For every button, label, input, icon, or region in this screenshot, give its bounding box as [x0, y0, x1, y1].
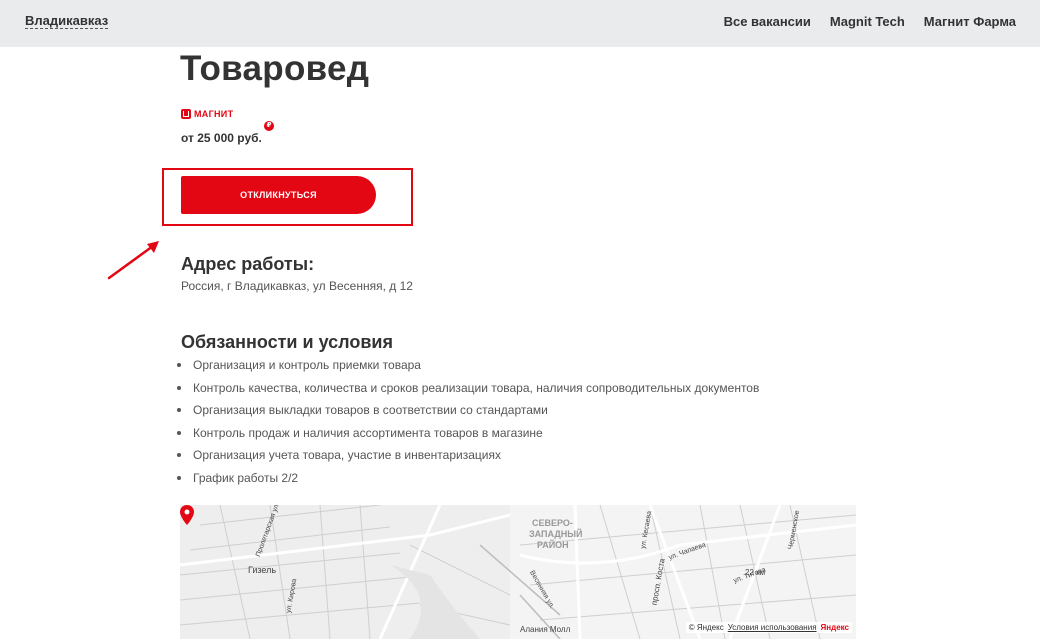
list-item: Организация учета товара, участие в инве…: [177, 444, 759, 467]
vacancy-title: Товаровед: [180, 49, 370, 88]
nav-magnit-tech[interactable]: Magnit Tech: [830, 14, 905, 30]
list-item: График работы 2/2: [177, 467, 759, 490]
annotation-arrow-icon: [107, 241, 159, 280]
address-text: Россия, г Владикавказ, ул Весенняя, д 12: [181, 279, 413, 293]
address-heading: Адрес работы:: [181, 254, 315, 274]
list-item: Контроль качества, количества и сроков р…: [177, 377, 759, 400]
map-label-km: 22 км: [745, 568, 766, 577]
yandex-logo[interactable]: Яндекс: [821, 623, 849, 632]
map-label-gizel: Гизель: [248, 565, 277, 575]
apply-button[interactable]: ОТКЛИКНУТЬСЯ: [181, 176, 376, 214]
nav-magnit-pharma[interactable]: Магнит Фарма: [924, 14, 1016, 30]
list-item: Организация выкладки товаров в соответст…: [177, 399, 759, 422]
nav-all-vacancies[interactable]: Все вакансии: [724, 14, 811, 30]
map-label-district: ЗАПАДНЫЙ: [529, 529, 583, 539]
duties-heading: Обязанности и условия: [181, 332, 393, 352]
brand-logo: МАГНИТ: [181, 109, 233, 119]
map-label-district: РАЙОН: [537, 540, 569, 550]
duties-list: Организация и контроль приемки товара Ко…: [177, 354, 759, 489]
brand-name: МАГНИТ: [194, 109, 234, 119]
map-copyright: © Яндекс: [688, 623, 724, 632]
magnit-logo-icon: [181, 109, 191, 119]
map-terms-link[interactable]: Условия использования: [728, 623, 817, 632]
list-item: Контроль продаж и наличия ассортимента т…: [177, 422, 759, 445]
city-selector[interactable]: Владикавказ: [25, 13, 109, 29]
map-label-district: СЕВЕРО-: [532, 518, 573, 528]
list-item: Организация и контроль приемки товара: [177, 354, 759, 377]
top-nav: Все вакансии Magnit Tech Магнит Фарма: [724, 14, 1016, 30]
map-pin-icon[interactable]: [180, 505, 194, 525]
salary: от 25 000 руб.: [181, 131, 262, 145]
top-header: Владикавказ Все вакансии Magnit Tech Маг…: [0, 0, 1040, 47]
ruble-icon: ₽: [264, 121, 274, 131]
map[interactable]: СЕВЕРО- ЗАПАДНЫЙ РАЙОН Гизель Пролетарск…: [180, 505, 856, 639]
map-label-mall: Алания Молл: [520, 625, 571, 634]
map-attribution: © Яндекс Условия использования Яндекс: [685, 622, 852, 633]
